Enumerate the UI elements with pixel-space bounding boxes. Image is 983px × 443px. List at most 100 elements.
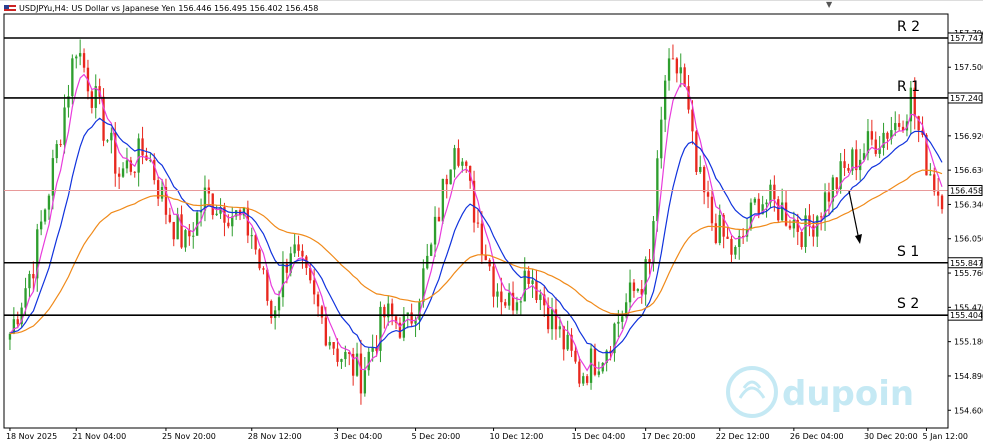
candle bbox=[788, 225, 792, 229]
candle bbox=[656, 158, 659, 222]
candle bbox=[312, 280, 316, 295]
candle bbox=[476, 222, 480, 224]
candle bbox=[8, 333, 12, 340]
y-tick-label: 156.050 bbox=[954, 235, 983, 244]
candle bbox=[63, 107, 66, 145]
candle bbox=[702, 166, 706, 193]
candle bbox=[32, 273, 35, 279]
candle bbox=[180, 214, 183, 248]
candle bbox=[843, 161, 846, 168]
candle bbox=[523, 270, 526, 302]
candle bbox=[258, 249, 261, 269]
candle bbox=[184, 230, 187, 248]
candle bbox=[59, 144, 62, 146]
x-tick-label: 28 Nov 12:00 bbox=[248, 432, 302, 441]
candle bbox=[43, 209, 47, 222]
y-tick-label: 156.630 bbox=[954, 166, 983, 175]
candle bbox=[574, 350, 577, 362]
us-flag-icon bbox=[4, 4, 16, 13]
candle bbox=[328, 342, 331, 346]
candle bbox=[695, 131, 698, 172]
candle bbox=[336, 348, 339, 362]
level-price-label: 155.847 bbox=[950, 259, 983, 268]
candle bbox=[636, 289, 640, 291]
candle bbox=[671, 58, 675, 60]
candle bbox=[734, 246, 737, 255]
candle bbox=[492, 266, 495, 297]
candle bbox=[597, 371, 601, 375]
x-tick-label: 25 Nov 20:00 bbox=[162, 432, 216, 441]
candle bbox=[125, 160, 129, 169]
candle bbox=[870, 131, 874, 140]
candle bbox=[835, 177, 838, 189]
chart-shift-icon[interactable]: ▼ bbox=[826, 0, 832, 9]
level-name: R 2 bbox=[897, 19, 920, 35]
x-tick-label: 17 Dec 20:00 bbox=[642, 432, 696, 441]
candle bbox=[55, 144, 58, 159]
candle bbox=[429, 244, 433, 256]
candle bbox=[699, 166, 702, 172]
candle bbox=[644, 259, 647, 295]
candle bbox=[897, 123, 901, 127]
level-name: S 2 bbox=[897, 296, 919, 312]
candle bbox=[507, 292, 511, 306]
candle bbox=[726, 236, 729, 239]
candle bbox=[406, 312, 409, 315]
candle bbox=[819, 216, 823, 218]
candle bbox=[390, 303, 394, 317]
candle bbox=[660, 119, 663, 159]
candle bbox=[550, 309, 554, 330]
candle bbox=[800, 231, 803, 247]
candle bbox=[718, 214, 721, 243]
candle bbox=[28, 273, 31, 289]
candle bbox=[75, 56, 78, 59]
candle bbox=[441, 178, 445, 222]
x-tick-label: 10 Dec 12:00 bbox=[490, 432, 544, 441]
candle bbox=[940, 195, 944, 210]
candle bbox=[566, 334, 569, 350]
candle bbox=[546, 305, 550, 330]
candle bbox=[277, 297, 281, 311]
y-tick-label: 157.500 bbox=[954, 63, 983, 72]
price-chart[interactable]: 157.790157.500156.920156.630156.340156.0… bbox=[0, 0, 983, 443]
candle bbox=[359, 353, 363, 394]
candle bbox=[792, 219, 796, 229]
candle bbox=[730, 238, 733, 255]
candle bbox=[273, 310, 277, 318]
candle bbox=[847, 167, 850, 171]
candle bbox=[765, 202, 768, 205]
candle bbox=[593, 348, 597, 375]
y-tick-label: 155.760 bbox=[954, 269, 983, 278]
x-tick-label: 3 Dec 04:00 bbox=[334, 432, 383, 441]
y-tick-label: 154.890 bbox=[954, 372, 983, 381]
candle bbox=[433, 216, 437, 245]
candle bbox=[519, 301, 523, 303]
candle bbox=[632, 282, 636, 291]
candle bbox=[675, 58, 679, 74]
candle bbox=[578, 361, 581, 384]
candle bbox=[363, 370, 367, 394]
candle bbox=[929, 174, 932, 176]
candle bbox=[324, 317, 328, 346]
candle bbox=[16, 319, 19, 325]
candle bbox=[757, 198, 760, 215]
candle bbox=[539, 294, 542, 301]
candle bbox=[617, 321, 620, 324]
candle bbox=[262, 268, 265, 270]
candle bbox=[227, 222, 230, 227]
x-tick-label: 18 Nov 2025 bbox=[6, 432, 57, 441]
candle bbox=[769, 184, 772, 203]
candle bbox=[293, 244, 296, 254]
y-tick-label: 155.180 bbox=[954, 338, 983, 347]
candle bbox=[621, 316, 624, 322]
x-tick-label: 5 Jan 12:00 bbox=[922, 432, 968, 441]
symbol-description: US Dollar vs Japanese Yen bbox=[71, 4, 176, 13]
candle bbox=[777, 199, 780, 221]
candle bbox=[683, 67, 686, 87]
candle bbox=[316, 294, 320, 307]
level-price-label: 157.240 bbox=[950, 94, 983, 103]
candle bbox=[110, 132, 113, 141]
candle bbox=[39, 221, 43, 230]
candle bbox=[933, 174, 936, 192]
candle bbox=[410, 312, 413, 324]
